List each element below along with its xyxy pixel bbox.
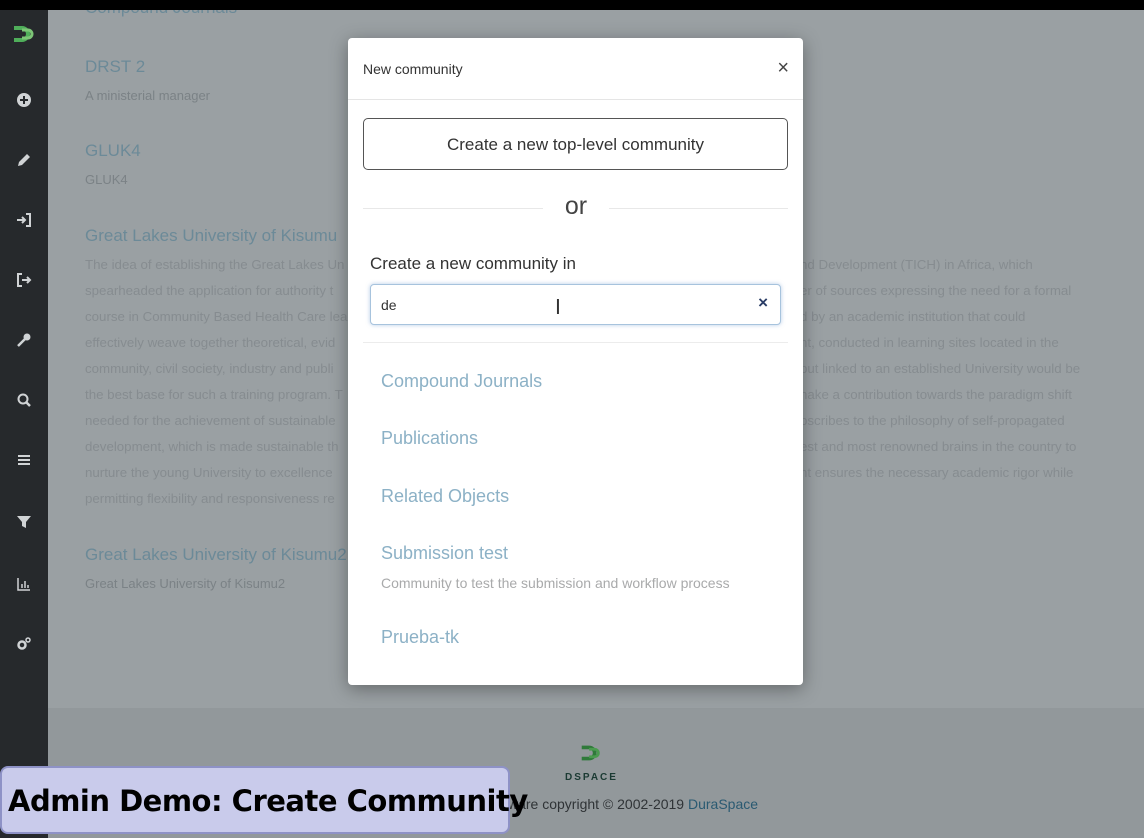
community-link: GLUK4 bbox=[85, 141, 141, 160]
result-prueba-tk[interactable]: Prueba-tk bbox=[381, 627, 459, 648]
caption-text: Admin Demo: Create Community bbox=[8, 784, 528, 818]
video-caption: Admin Demo: Create Community bbox=[0, 766, 528, 834]
dspace-logo-icon bbox=[578, 740, 604, 766]
chart-icon[interactable] bbox=[12, 572, 36, 596]
result-description: Community to test the submission and wor… bbox=[381, 575, 730, 591]
dspace-logo-icon[interactable] bbox=[10, 20, 38, 48]
or-label: or bbox=[564, 192, 588, 220]
result-compound-journals[interactable]: Compound Journals bbox=[381, 371, 542, 392]
export-icon[interactable] bbox=[12, 268, 36, 292]
create-top-level-community-button[interactable]: Create a new top-level community bbox=[363, 118, 788, 170]
new-community-modal: New community × Create a new top-level c… bbox=[348, 38, 803, 685]
results-separator bbox=[363, 342, 788, 343]
admin-sidebar bbox=[0, 10, 48, 838]
duraspace-link[interactable]: DuraSpace bbox=[688, 796, 758, 812]
footer-copyright: ware copyright © 2002-2019 DuraSpace bbox=[508, 796, 759, 812]
community-description: Great Lakes University of Kisumu2 bbox=[85, 576, 286, 591]
plus-circle-icon[interactable] bbox=[12, 88, 36, 112]
community-link: Compound Journals bbox=[85, 10, 237, 18]
gears-icon[interactable] bbox=[12, 632, 36, 656]
divider-line bbox=[609, 208, 788, 209]
result-related-objects[interactable]: Related Objects bbox=[381, 486, 509, 507]
community-description: A ministerial manager bbox=[85, 88, 210, 103]
clear-search-icon[interactable]: × bbox=[758, 293, 768, 313]
footer-logo-text: DSPACE bbox=[565, 772, 618, 783]
result-publications[interactable]: Publications bbox=[381, 428, 478, 449]
import-icon[interactable] bbox=[12, 208, 36, 232]
community-search-input[interactable] bbox=[381, 295, 721, 315]
parent-community-label: Create a new community in bbox=[370, 254, 576, 273]
filter-icon[interactable] bbox=[12, 510, 36, 534]
result-submission-test[interactable]: Submission test bbox=[381, 543, 508, 564]
list-icon[interactable] bbox=[12, 448, 36, 472]
search-icon[interactable] bbox=[12, 388, 36, 412]
community-description-right: nd Development (TICH) in Africa, which e… bbox=[800, 257, 1081, 480]
close-icon[interactable]: × bbox=[777, 58, 789, 78]
pencil-icon[interactable] bbox=[12, 148, 36, 172]
community-link: DRST 2 bbox=[85, 57, 146, 76]
divider-line bbox=[363, 208, 543, 209]
key-icon[interactable] bbox=[12, 328, 36, 352]
modal-header: New community × bbox=[348, 38, 803, 100]
modal-title: New community bbox=[363, 61, 463, 77]
parent-community-search[interactable]: I × bbox=[370, 284, 781, 325]
community-link: Great Lakes University of Kisumu bbox=[85, 226, 338, 245]
or-divider: or bbox=[363, 190, 788, 226]
text-cursor-icon: I bbox=[555, 295, 561, 319]
community-description: GLUK4 bbox=[85, 172, 128, 187]
community-link: Great Lakes University of Kisumu2 bbox=[85, 545, 347, 564]
